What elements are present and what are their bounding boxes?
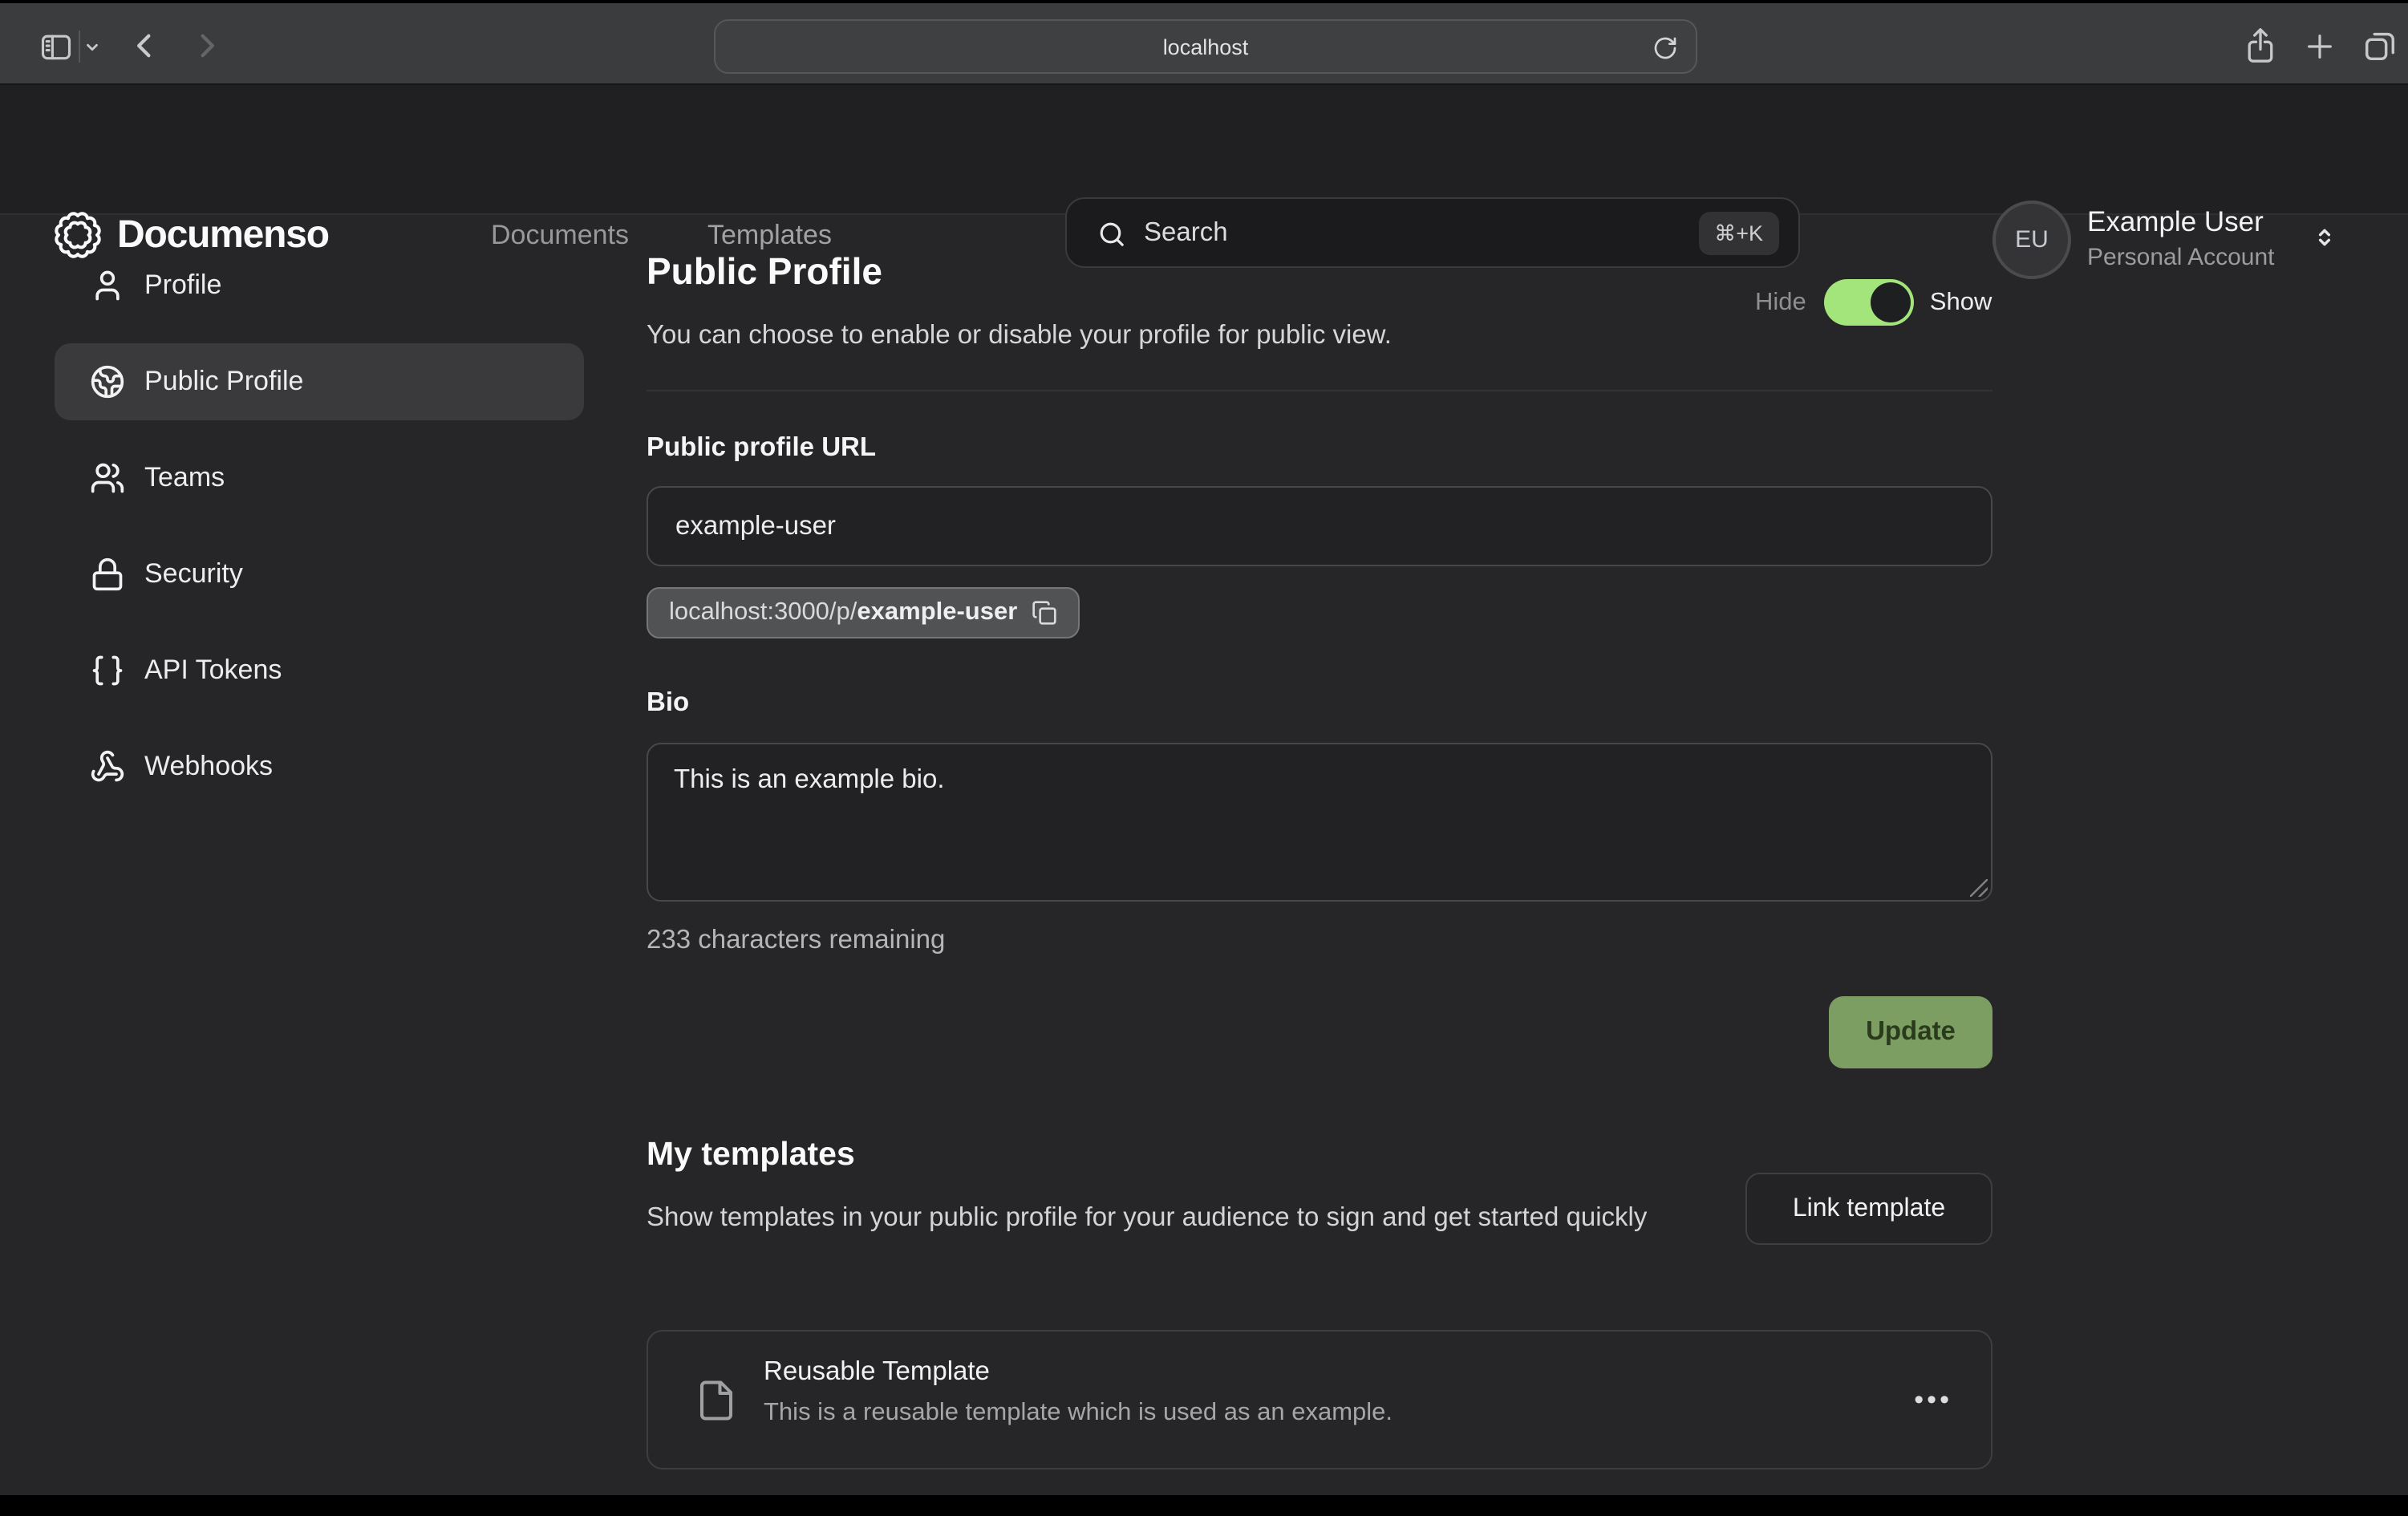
template-menu-dots-icon[interactable]: ••• (1914, 1384, 1952, 1417)
bio-textarea[interactable]: This is an example bio. (647, 743, 1992, 902)
sidebar-item-label: Profile (144, 270, 221, 302)
back-icon[interactable] (128, 29, 162, 63)
toggle-on-label: Show (1930, 288, 1992, 317)
profile-url-label: Public profile URL (647, 433, 876, 464)
chevrons-up-down-icon[interactable] (2312, 220, 2337, 263)
tab-overview-icon[interactable] (2361, 27, 2398, 64)
public-url-copy-pill[interactable]: localhost:3000/p/example-user (647, 587, 1080, 638)
profile-url-input[interactable] (647, 486, 1992, 566)
public-url-slug: example-user (857, 598, 1017, 627)
browser-toolbar: localhost (0, 0, 2408, 85)
link-template-button[interactable]: Link template (1745, 1173, 1992, 1245)
search-box[interactable]: ⌘+K (1065, 197, 1800, 268)
copy-icon[interactable] (1032, 600, 1057, 626)
public-url-prefix: localhost:3000/p/ (669, 598, 857, 627)
braces-icon (90, 653, 125, 688)
switch-knob (1871, 282, 1911, 322)
user-icon (90, 268, 125, 303)
sidebar-item-label: Public Profile (144, 366, 303, 398)
share-icon[interactable] (2243, 24, 2278, 66)
address-bar-url: localhost (1163, 34, 1249, 59)
profile-visibility-toggle-row: Hide Show (1755, 279, 1992, 326)
sidebar-item-api-tokens[interactable]: API Tokens (55, 632, 584, 709)
sidebar-item-teams[interactable]: Teams (55, 440, 584, 517)
my-templates-title: My templates (647, 1136, 855, 1174)
profile-visibility-switch[interactable] (1824, 279, 1914, 326)
search-input[interactable] (1144, 199, 1641, 266)
sidebar-item-public-profile[interactable]: Public Profile (55, 343, 584, 420)
sidebar-item-label: Webhooks (144, 751, 273, 783)
file-icon (695, 1375, 738, 1434)
page-title: Public Profile (647, 250, 882, 294)
new-tab-icon[interactable] (2304, 30, 2336, 63)
search-icon (1097, 220, 1126, 249)
account-type: Personal Account (2087, 244, 2275, 271)
template-name: Reusable Template (764, 1357, 990, 1388)
webhook-icon (90, 749, 125, 784)
chevron-down-icon[interactable] (83, 39, 101, 56)
forward-icon[interactable] (189, 29, 223, 63)
avatar[interactable]: EU (1992, 201, 2071, 279)
screen: localhost (0, 0, 2408, 1516)
globe-icon (90, 364, 125, 399)
update-button[interactable]: Update (1829, 996, 1992, 1068)
sidebar-item-label: API Tokens (144, 655, 282, 687)
sidebar-item-profile[interactable]: Profile (55, 247, 584, 324)
page-subtitle: You can choose to enable or disable your… (647, 321, 1392, 351)
sidebar-item-security[interactable]: Security (55, 536, 584, 613)
nav-templates[interactable]: Templates (707, 220, 832, 252)
address-bar[interactable]: localhost (714, 19, 1697, 74)
toggle-off-label: Hide (1755, 288, 1806, 317)
sidebar-item-label: Security (144, 558, 243, 590)
textarea-resize-grip[interactable] (1970, 879, 1988, 897)
sidebar-panel-icon[interactable] (39, 29, 74, 64)
window-bottom-edge (0, 1495, 2408, 1516)
my-templates-description: Show templates in your public profile fo… (647, 1197, 1761, 1238)
users-icon (90, 460, 125, 496)
browser-window: localhost (0, 0, 2408, 1516)
sidebar-item-webhooks[interactable]: Webhooks (55, 728, 584, 805)
app-header: Documenso Documents Templates ⌘+K EU Exa… (0, 85, 2408, 215)
lock-icon (90, 557, 125, 592)
bio-character-counter: 233 characters remaining (647, 926, 945, 956)
template-card: Reusable Template This is a reusable tem… (647, 1330, 1992, 1469)
account-name: Example User (2087, 205, 2264, 239)
toolbar-separator (79, 30, 80, 63)
search-shortcut-badge: ⌘+K (1698, 212, 1779, 255)
refresh-icon[interactable] (1652, 35, 1678, 69)
bio-label: Bio (647, 688, 689, 719)
sidebar-item-label: Teams (144, 462, 225, 494)
template-description: This is a reusable template which is use… (764, 1399, 1393, 1428)
section-divider (647, 390, 1992, 391)
